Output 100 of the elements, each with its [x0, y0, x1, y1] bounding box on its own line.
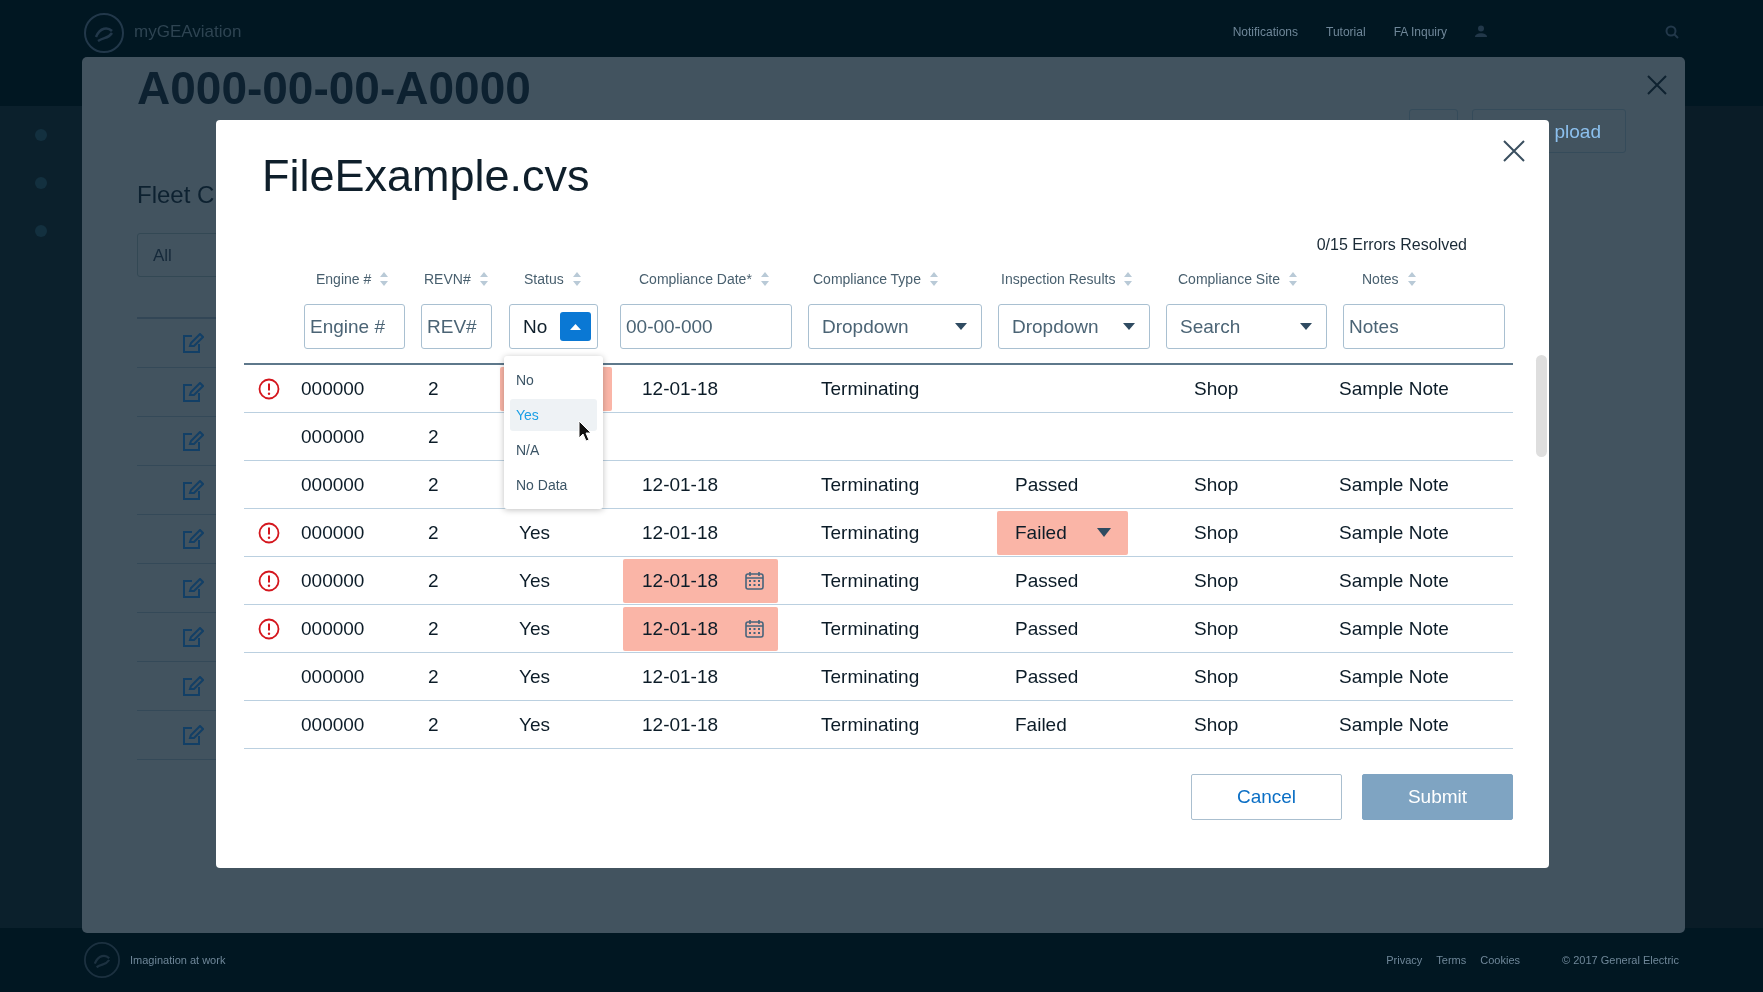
- sort-icon[interactable]: [1124, 272, 1133, 286]
- sort-icon[interactable]: [380, 272, 389, 286]
- table-row[interactable]: 000000 2 Yes 12-01-18 Terminating Failed Shop Sample Note: [244, 701, 1513, 749]
- compliance-site: Shop: [1194, 617, 1239, 640]
- table-row[interactable]: 000000 2 Yes 12-01-18 Terminating Passed Shop Sample Note: [244, 605, 1513, 653]
- input-field[interactable]: Engine #: [304, 304, 405, 349]
- inspection-result: Failed: [1015, 713, 1067, 736]
- note-text: Sample Note: [1339, 617, 1449, 640]
- compliance-date: 12-01-18: [642, 377, 719, 400]
- nav-item[interactable]: Tutorial: [1326, 25, 1366, 39]
- scrollbar[interactable]: [1536, 355, 1547, 457]
- column-header[interactable]: Status: [524, 271, 564, 287]
- sort-icon[interactable]: [479, 272, 488, 286]
- status-select[interactable]: No: [509, 304, 598, 349]
- inspection-dropdown[interactable]: Failed: [997, 510, 1128, 555]
- inspection-result: Passed: [1015, 617, 1079, 640]
- calendar-icon[interactable]: [745, 619, 764, 638]
- note-text: Sample Note: [1339, 569, 1449, 592]
- note-text: Sample Note: [1339, 377, 1449, 400]
- menu-option[interactable]: No Data: [510, 469, 597, 501]
- status-value: Yes: [519, 569, 550, 592]
- nav-item[interactable]: Notifications: [1232, 25, 1299, 39]
- column-header[interactable]: Notes: [1362, 271, 1399, 287]
- table-row[interactable]: 000000 2 Yes 12-01-18 Terminating Passed Shop Sample Note: [244, 557, 1513, 605]
- logo-icon: [84, 942, 120, 978]
- engine-number: 000000: [301, 569, 365, 592]
- sort-icon[interactable]: [760, 272, 769, 286]
- column-header[interactable]: Compliance Type: [813, 271, 921, 287]
- engine-number: 000000: [301, 425, 365, 448]
- input-field[interactable]: REV#: [421, 304, 492, 349]
- edit-icon[interactable]: [182, 480, 204, 500]
- edit-icon[interactable]: [182, 529, 204, 549]
- compliance-site: Shop: [1194, 377, 1239, 400]
- input-field[interactable]: Notes: [1343, 304, 1505, 349]
- compliance-site: Shop: [1194, 473, 1239, 496]
- column-header[interactable]: Inspection Results: [1001, 271, 1116, 287]
- revision-number: 2: [428, 569, 439, 592]
- table-row[interactable]: 000000 2 Yes 12-01-18 Terminating Failed Shop Sample Note: [244, 509, 1513, 557]
- dropdown-field[interactable]: Search: [1166, 304, 1327, 349]
- compliance-type: Terminating: [821, 713, 920, 736]
- toggle-button[interactable]: [560, 312, 591, 341]
- engine-number: 000000: [301, 665, 365, 688]
- input-field[interactable]: 00-00-000: [620, 304, 792, 349]
- nav-item[interactable]: FA Inquiry: [1393, 25, 1447, 39]
- calendar-icon[interactable]: [745, 571, 764, 590]
- caret-up-icon: [570, 323, 581, 330]
- sort-icon[interactable]: [929, 272, 938, 286]
- compliance-date: 12-01-18: [642, 521, 719, 544]
- column-header[interactable]: Engine #: [316, 271, 372, 287]
- inspection-result: Passed: [1015, 665, 1079, 688]
- edit-icon[interactable]: [182, 431, 204, 451]
- date-field[interactable]: 12-01-18: [623, 606, 778, 651]
- logo-icon: [84, 13, 124, 53]
- column-header[interactable]: Compliance Date*: [639, 271, 752, 287]
- caret-down-icon: [955, 323, 967, 330]
- inspection-result: Passed: [1015, 569, 1079, 592]
- edit-icon[interactable]: [182, 627, 204, 647]
- cursor-icon: [578, 420, 592, 442]
- close-icon[interactable]: [1503, 140, 1525, 162]
- engine-number: 000000: [301, 617, 365, 640]
- cancel-button[interactable]: Cancel: [1191, 774, 1342, 820]
- sort-icon[interactable]: [1407, 272, 1416, 286]
- date-field[interactable]: 12-01-18: [623, 558, 778, 603]
- edit-icon[interactable]: [182, 578, 204, 598]
- column-header[interactable]: Compliance Site: [1178, 271, 1280, 287]
- compliance-date: 12-01-18: [642, 713, 719, 736]
- note-text: Sample Note: [1339, 521, 1449, 544]
- edit-icon[interactable]: [182, 333, 204, 353]
- status-value: Yes: [519, 521, 550, 544]
- edit-icon[interactable]: [182, 725, 204, 745]
- compliance-site: Shop: [1194, 713, 1239, 736]
- user-icon[interactable]: [1475, 25, 1487, 37]
- inspection-result: Passed: [1015, 473, 1079, 496]
- edit-icon[interactable]: [182, 676, 204, 696]
- footer-link[interactable]: Privacy: [1386, 954, 1423, 966]
- status-value: Yes: [519, 713, 550, 736]
- sort-icon[interactable]: [1288, 272, 1297, 286]
- dropdown-field[interactable]: Dropdown: [808, 304, 982, 349]
- compliance-date: 12-01-18: [642, 665, 719, 688]
- menu-option[interactable]: No: [510, 364, 597, 396]
- revision-number: 2: [428, 521, 439, 544]
- revision-number: 2: [428, 713, 439, 736]
- note-text: Sample Note: [1339, 713, 1449, 736]
- revision-number: 2: [428, 425, 439, 448]
- revision-number: 2: [428, 377, 439, 400]
- footer-link[interactable]: Terms: [1436, 954, 1467, 966]
- status-value: Yes: [519, 617, 550, 640]
- search-icon[interactable]: [1665, 25, 1679, 39]
- dropdown-field[interactable]: Dropdown: [998, 304, 1150, 349]
- edit-icon[interactable]: [182, 382, 204, 402]
- revision-number: 2: [428, 473, 439, 496]
- dialog-title: FileExample.cvs: [262, 149, 591, 203]
- caret-down-icon: [1300, 323, 1312, 330]
- note-text: Sample Note: [1339, 473, 1449, 496]
- sort-icon[interactable]: [572, 272, 581, 286]
- table-row[interactable]: 000000 2 Yes 12-01-18 Terminating Passed Shop Sample Note: [244, 653, 1513, 701]
- column-header[interactable]: REVN#: [424, 271, 471, 287]
- compliance-type: Terminating: [821, 377, 920, 400]
- footer-link[interactable]: Cookies: [1480, 954, 1521, 966]
- compliance-site: Shop: [1194, 521, 1239, 544]
